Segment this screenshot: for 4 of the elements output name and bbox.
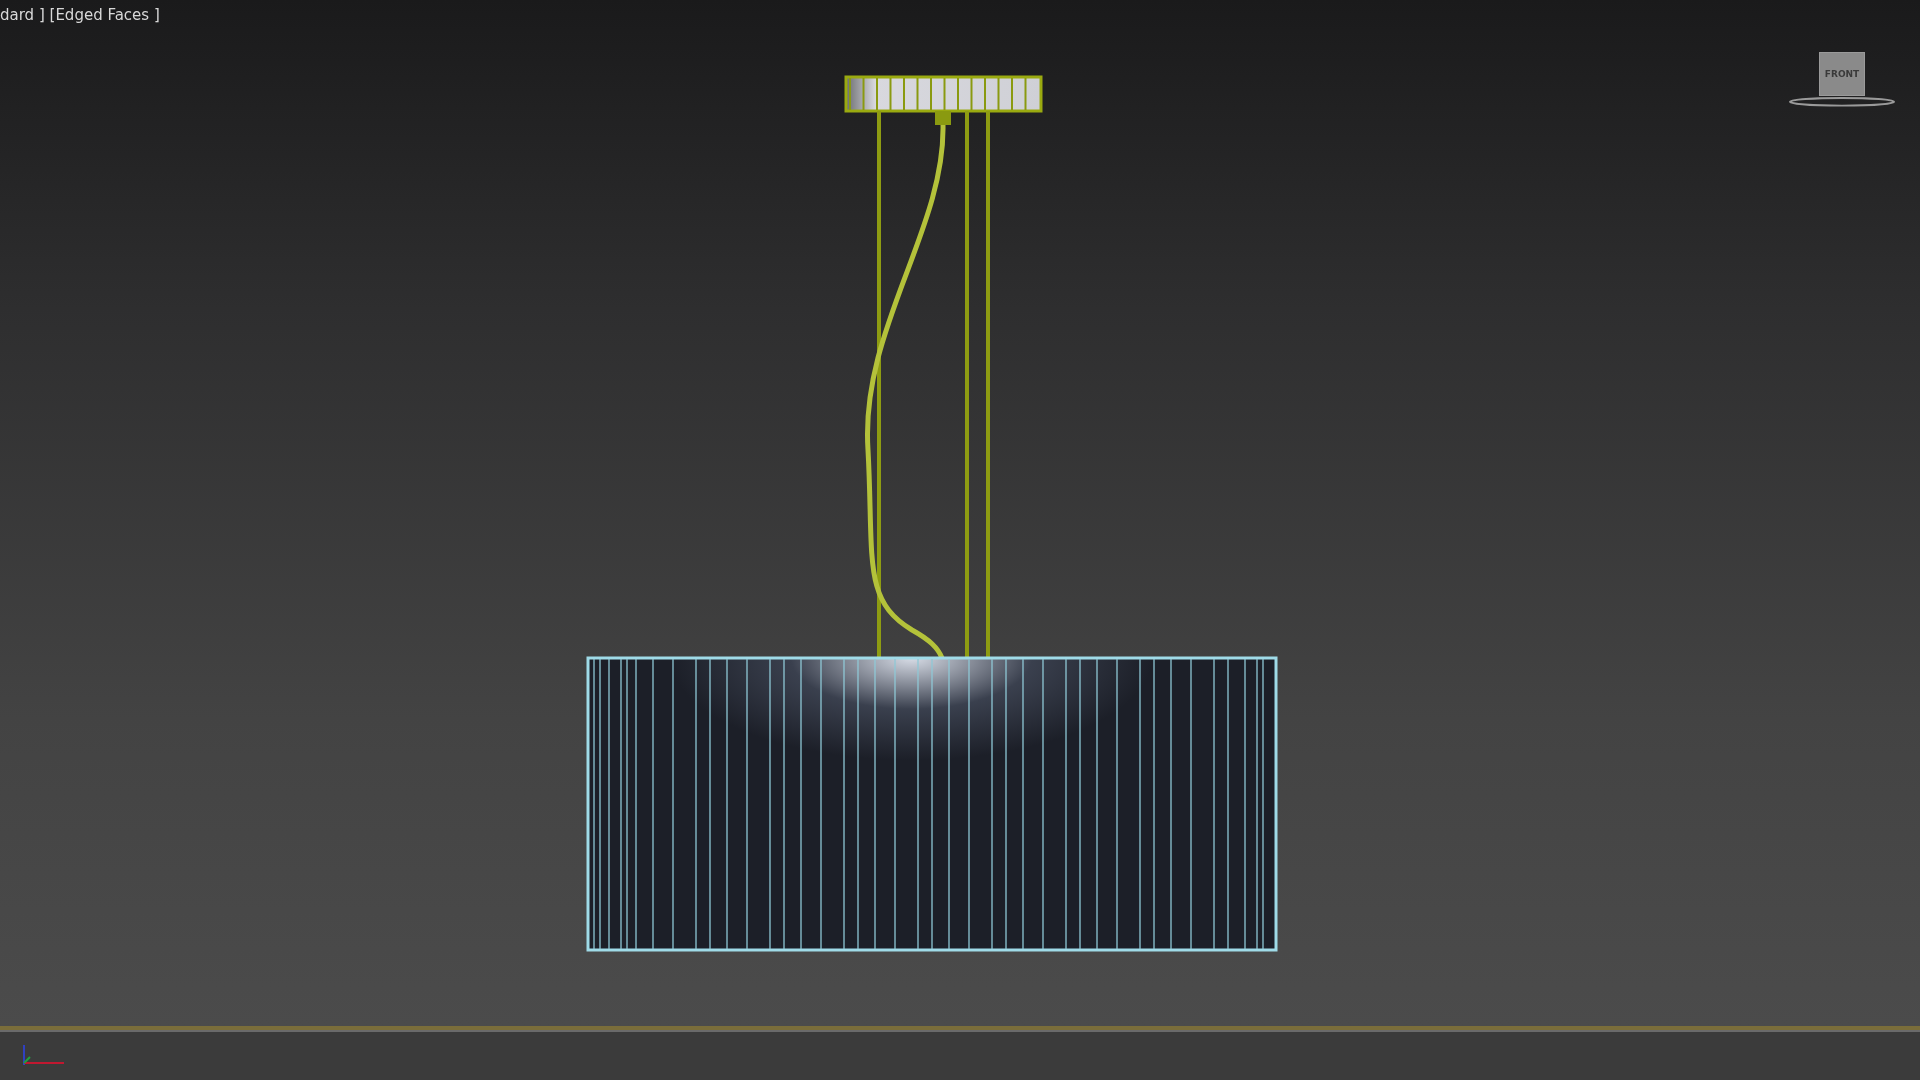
compass-ring-icon[interactable] <box>1786 96 1898 108</box>
axis-tripod-icon <box>20 1045 66 1067</box>
viewport-label[interactable]: dard ] [Edged Faces ] <box>0 6 160 24</box>
viewport[interactable]: dard ] [Edged Faces ] FRONT <box>0 0 1920 1026</box>
